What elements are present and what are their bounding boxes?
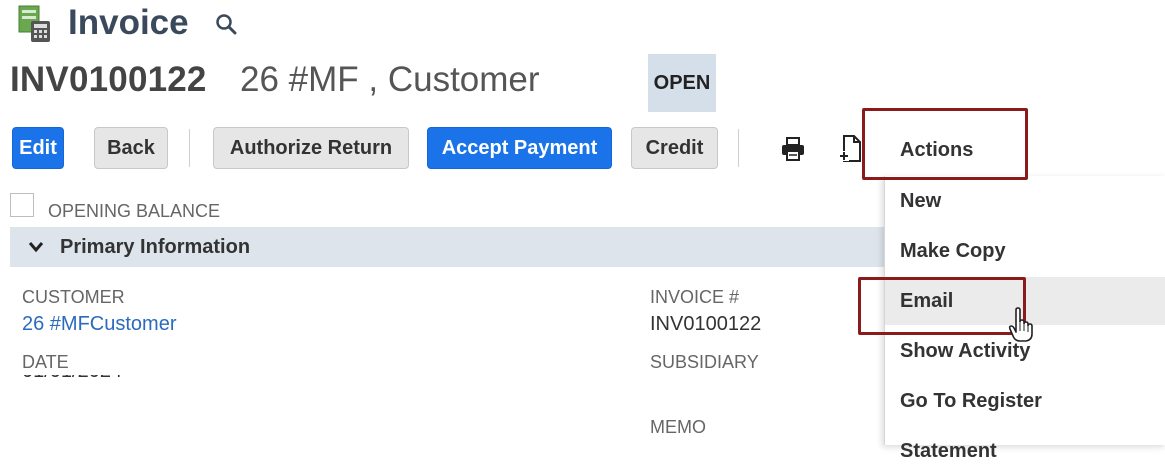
customer-link[interactable]: 26 #MFCustomer [22,311,177,337]
credit-button[interactable]: Credit [631,127,718,169]
record-name: 26 #MF , Customer [240,60,540,99]
menu-item-new[interactable]: New [885,177,1165,225]
hand-cursor-icon [1008,307,1034,343]
section-title: Primary Information [60,236,251,258]
toolbar-divider [738,129,739,167]
accept-payment-button[interactable]: Accept Payment [427,127,612,169]
edit-button[interactable]: Edit [12,127,64,169]
print-icon[interactable] [780,136,806,162]
date-value-clip: 01/01/2024 [22,375,162,383]
record-id: INV0100122 [10,60,207,99]
memo-label: MEMO [650,417,706,437]
opening-balance-checkbox[interactable] [10,193,34,217]
customer-label: CUSTOMER [22,287,125,307]
menu-item-make-copy[interactable]: Make Copy [885,227,1165,275]
opening-balance-label: OPENING BALANCE [48,201,221,221]
invoice-calculator-icon [16,5,52,43]
invoice-number-value: INV0100122 [650,313,762,335]
date-value: 01/01/2024 [22,375,162,383]
invoice-number-label: INVOICE # [650,287,740,307]
export-icon[interactable] [838,134,864,164]
page-title: Invoice [68,3,189,42]
date-label: DATE [22,352,69,372]
authorize-return-button[interactable]: Authorize Return [213,127,409,169]
search-icon[interactable] [214,12,238,36]
status-badge: OPEN [648,54,716,112]
menu-item-statement[interactable]: Statement [885,427,1165,475]
chevron-down-icon[interactable] [28,240,44,254]
menu-item-go-to-register[interactable]: Go To Register [885,377,1165,425]
subsidiary-label: SUBSIDIARY [650,352,759,372]
toolbar-divider [189,129,190,167]
email-highlight-box [858,277,1026,335]
back-button[interactable]: Back [94,127,168,169]
actions-highlight-box [862,108,1028,180]
